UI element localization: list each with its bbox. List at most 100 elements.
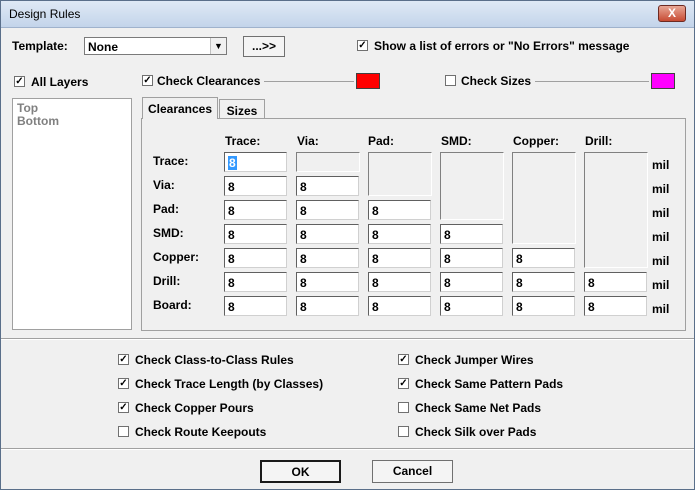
disabled-cell-smd xyxy=(440,152,504,220)
col-header-drill: Drill: xyxy=(585,134,613,148)
close-button[interactable]: X xyxy=(658,5,686,22)
check-same-net-pads-label: Check Same Net Pads xyxy=(415,401,542,415)
separator xyxy=(1,448,694,450)
clearance-input-trace-trace[interactable]: 8 xyxy=(224,152,287,172)
clearance-input-drill-via[interactable]: 8 xyxy=(296,272,359,292)
clearance-input-via-trace[interactable]: 8 xyxy=(224,176,287,196)
clearance-input-copper-via[interactable]: 8 xyxy=(296,248,359,268)
disabled-cell-pad xyxy=(368,152,432,196)
clearance-input-copper-copper[interactable]: 8 xyxy=(512,248,575,268)
checkmark-icon: ✓ xyxy=(119,378,128,389)
unit-label: mil xyxy=(652,230,670,244)
checkmark-icon: ✓ xyxy=(119,402,128,413)
clearance-input-board-drill[interactable]: 8 xyxy=(584,296,647,316)
col-header-smd: SMD: xyxy=(441,134,472,148)
check-silk-over-pads-checkbox[interactable] xyxy=(398,426,409,437)
template-more-button[interactable]: ...>> xyxy=(243,36,285,57)
ok-button[interactable]: OK xyxy=(260,460,341,483)
unit-label: mil xyxy=(652,182,670,196)
unit-label: mil xyxy=(652,206,670,220)
tab-sizes[interactable]: Sizes xyxy=(219,99,265,119)
show-errors-label: Show a list of errors or "No Errors" mes… xyxy=(374,39,630,53)
row-label-pad: Pad: xyxy=(153,202,180,216)
row-label-trace: Trace: xyxy=(153,154,189,168)
unit-label: mil xyxy=(652,278,670,292)
col-header-via: Via: xyxy=(297,134,319,148)
disabled-cell-drill xyxy=(584,152,648,268)
window-title: Design Rules xyxy=(9,7,81,21)
layer-list[interactable]: Top Bottom xyxy=(12,98,132,330)
clearance-input-board-via[interactable]: 8 xyxy=(296,296,359,316)
checkmark-icon: ✓ xyxy=(143,75,152,86)
check-same-pattern-pads-checkbox[interactable]: ✓ xyxy=(398,378,409,389)
clearance-input-board-trace[interactable]: 8 xyxy=(224,296,287,316)
clearances-divider xyxy=(264,81,354,82)
sizes-color-swatch[interactable] xyxy=(651,73,675,89)
sizes-divider xyxy=(535,81,649,82)
col-header-trace: Trace: xyxy=(225,134,261,148)
row-label-drill: Drill: xyxy=(153,274,181,288)
all-layers-checkbox[interactable]: ✓ xyxy=(14,76,25,87)
template-value: None xyxy=(88,40,118,54)
title-bar: Design Rules X xyxy=(1,1,694,28)
check-class-rules-label: Check Class-to-Class Rules xyxy=(135,353,294,367)
unit-label: mil xyxy=(652,302,670,316)
chevron-down-icon[interactable]: ▼ xyxy=(210,38,226,54)
check-route-keepouts-label: Check Route Keepouts xyxy=(135,425,267,439)
check-clearances-checkbox[interactable]: ✓ xyxy=(142,75,153,86)
clearance-input-drill-copper[interactable]: 8 xyxy=(512,272,575,292)
clearance-input-via-via[interactable]: 8 xyxy=(296,176,359,196)
check-trace-length-checkbox[interactable]: ✓ xyxy=(118,378,129,389)
show-errors-checkbox[interactable]: ✓ xyxy=(357,40,368,51)
clearance-input-smd-pad[interactable]: 8 xyxy=(368,224,431,244)
layer-item-top[interactable]: Top xyxy=(17,101,38,115)
clearance-input-drill-trace[interactable]: 8 xyxy=(224,272,287,292)
col-header-pad: Pad: xyxy=(368,134,395,148)
check-jumper-wires-checkbox[interactable]: ✓ xyxy=(398,354,409,365)
check-trace-length-label: Check Trace Length (by Classes) xyxy=(135,377,324,391)
clearance-input-smd-via[interactable]: 8 xyxy=(296,224,359,244)
check-class-rules-checkbox[interactable]: ✓ xyxy=(118,354,129,365)
check-jumper-wires-label: Check Jumper Wires xyxy=(415,353,534,367)
cancel-button[interactable]: Cancel xyxy=(372,460,453,483)
clearance-input-pad-via[interactable]: 8 xyxy=(296,200,359,220)
check-copper-pours-label: Check Copper Pours xyxy=(135,401,254,415)
check-same-net-pads-checkbox[interactable] xyxy=(398,402,409,413)
template-label: Template: xyxy=(12,39,68,53)
clearance-input-drill-pad[interactable]: 8 xyxy=(368,272,431,292)
clearance-input-pad-trace[interactable]: 8 xyxy=(224,200,287,220)
check-clearances-label: Check Clearances xyxy=(157,74,261,88)
clearance-input-drill-smd[interactable]: 8 xyxy=(440,272,503,292)
checkmark-icon: ✓ xyxy=(358,40,367,51)
clearance-input-copper-trace[interactable]: 8 xyxy=(224,248,287,268)
clearance-input-copper-pad[interactable]: 8 xyxy=(368,248,431,268)
disabled-cell-via-trace xyxy=(296,152,360,172)
check-silk-over-pads-label: Check Silk over Pads xyxy=(415,425,537,439)
clearance-input-board-pad[interactable]: 8 xyxy=(368,296,431,316)
tab-clearances[interactable]: Clearances xyxy=(142,97,218,119)
clearance-input-pad-pad[interactable]: 8 xyxy=(368,200,431,220)
clearance-input-copper-smd[interactable]: 8 xyxy=(440,248,503,268)
check-sizes-checkbox[interactable] xyxy=(445,75,456,86)
separator xyxy=(1,338,694,340)
clearance-input-smd-smd[interactable]: 8 xyxy=(440,224,503,244)
checkmark-icon: ✓ xyxy=(399,354,408,365)
clearance-input-smd-trace[interactable]: 8 xyxy=(224,224,287,244)
checkmark-icon: ✓ xyxy=(15,76,24,87)
check-sizes-label: Check Sizes xyxy=(461,74,532,88)
clearance-input-drill-drill[interactable]: 8 xyxy=(584,272,647,292)
check-route-keepouts-checkbox[interactable] xyxy=(118,426,129,437)
clearance-input-board-copper[interactable]: 8 xyxy=(512,296,575,316)
clearance-input-board-smd[interactable]: 8 xyxy=(440,296,503,316)
row-label-smd: SMD: xyxy=(153,226,184,240)
check-same-pattern-pads-label: Check Same Pattern Pads xyxy=(415,377,564,391)
checkmark-icon: ✓ xyxy=(119,354,128,365)
checkmark-icon: ✓ xyxy=(399,378,408,389)
template-combo[interactable]: None ▼ xyxy=(84,37,227,55)
check-copper-pours-checkbox[interactable]: ✓ xyxy=(118,402,129,413)
row-label-board: Board: xyxy=(153,298,192,312)
all-layers-label: All Layers xyxy=(31,75,89,89)
clearances-color-swatch[interactable] xyxy=(356,73,380,89)
layer-item-bottom[interactable]: Bottom xyxy=(17,114,59,128)
unit-label: mil xyxy=(652,158,670,172)
